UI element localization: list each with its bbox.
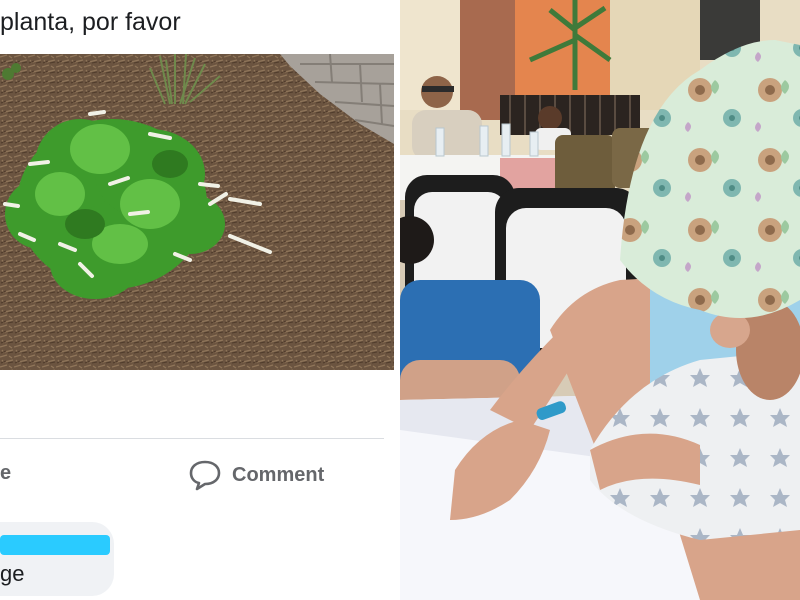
comment-button[interactable]: Comment: [188, 455, 324, 495]
post-text: planta, por favor: [0, 8, 181, 36]
actions-divider: [0, 438, 384, 439]
comment-label: Comment: [232, 463, 325, 486]
plant-photo: [0, 54, 394, 370]
social-post-screenshot: planta, por favor e Comment ge: [0, 0, 400, 600]
redacted-commenter-name: [0, 535, 110, 555]
comment-icon: [188, 459, 222, 491]
comment-text: ge: [0, 561, 25, 586]
like-button[interactable]: e: [0, 462, 11, 485]
restaurant-photo: [400, 0, 800, 600]
